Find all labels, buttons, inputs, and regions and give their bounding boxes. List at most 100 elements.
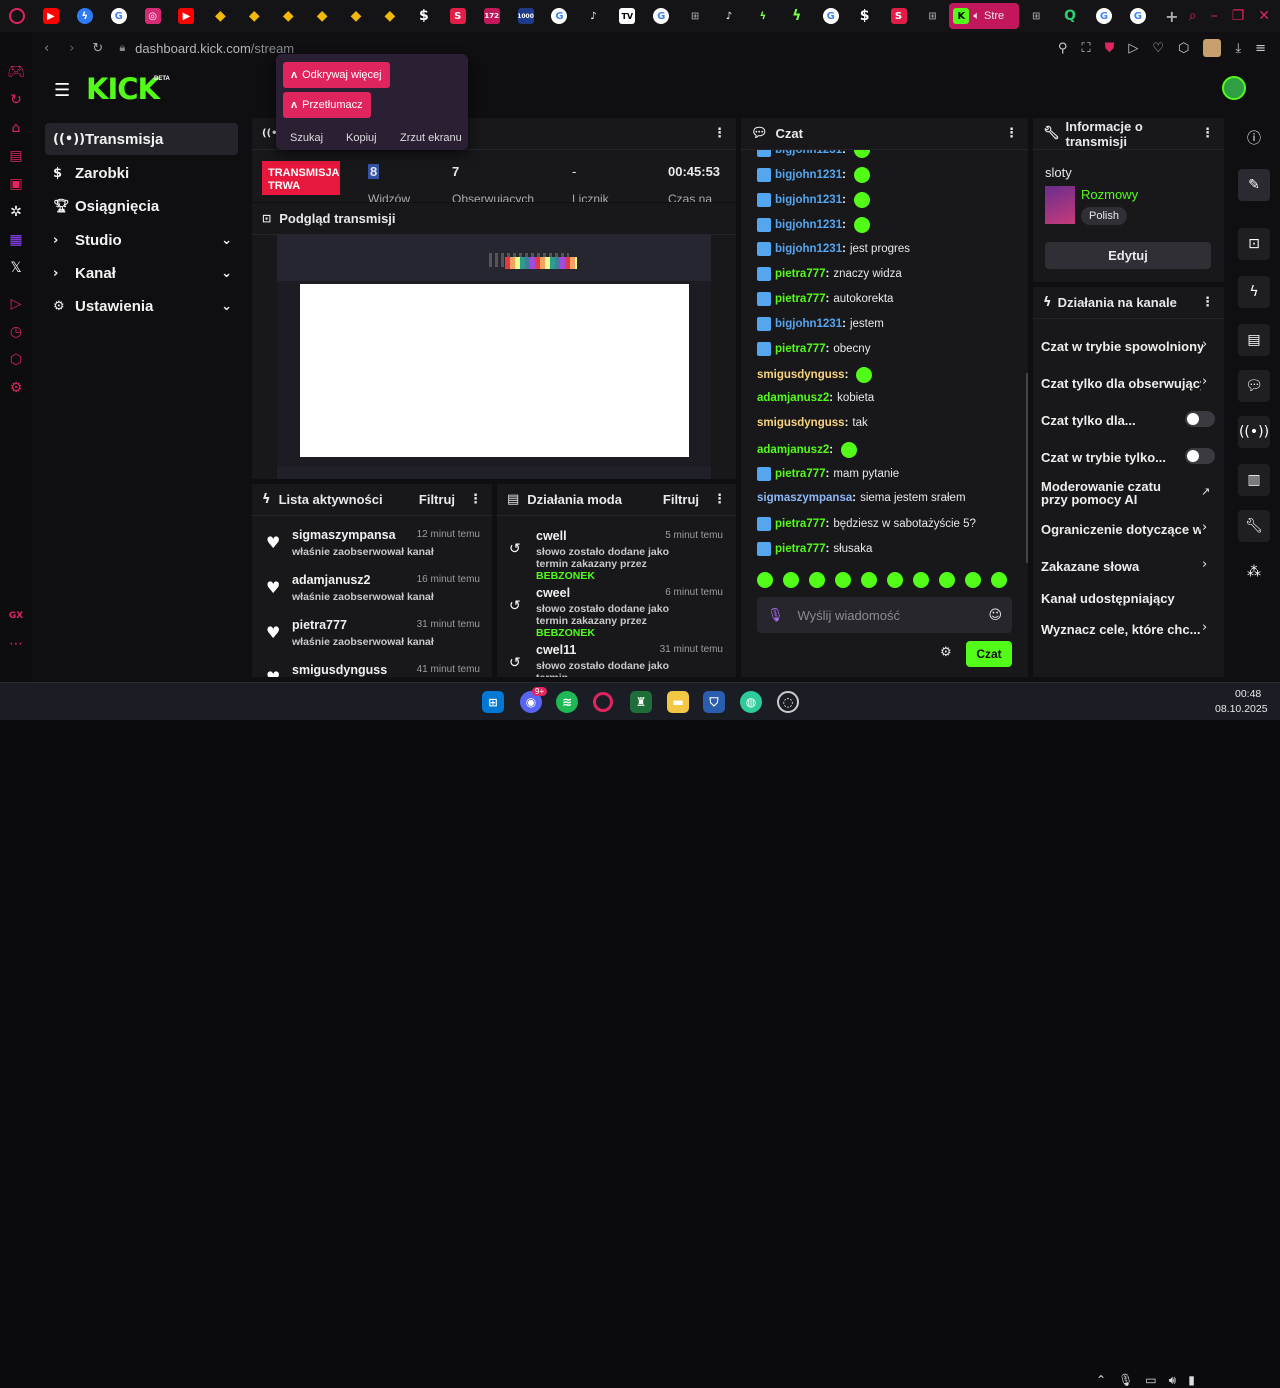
slow-mode-row[interactable]: Czat w trybie spowolniony: [1041, 339, 1203, 354]
chat-settings-icon[interactable]: ⚙: [940, 645, 952, 660]
app-172-icon[interactable]: 172: [475, 0, 509, 32]
play-icon[interactable]: ▷: [0, 290, 32, 318]
chat-message[interactable]: bigjohn1231:: [757, 150, 870, 158]
nav-zarobki[interactable]: $ Zarobki: [45, 157, 238, 189]
host-channel-row[interactable]: Kanał udostępniający: [1041, 591, 1175, 606]
chat-username[interactable]: bigjohn1231: [775, 150, 842, 156]
chat-send-button[interactable]: Czat: [966, 641, 1012, 667]
gx-icon[interactable]: GX: [0, 602, 32, 630]
cube-icon[interactable]: ⬡: [1178, 41, 1189, 56]
chat-username[interactable]: pietra777: [775, 518, 826, 530]
settings-icon[interactable]: ⚙: [0, 374, 32, 402]
chat-message[interactable]: smigusdynguss:: [757, 367, 873, 383]
discover-more-button[interactable]: ʌ Odkrywaj więcej: [283, 62, 390, 88]
binance-icon[interactable]: ◆: [237, 0, 271, 32]
more-options-icon[interactable]: ⋮: [1201, 295, 1214, 310]
refresh-icon[interactable]: ↻: [0, 86, 32, 114]
chat-message[interactable]: bigjohn1231: jest progres: [757, 242, 910, 256]
activity-username[interactable]: smigusdynguss: [292, 663, 387, 677]
browser-icon[interactable]: ◍: [740, 691, 762, 713]
player-icon[interactable]: ▷: [1128, 41, 1138, 56]
subscribers-only-toggle[interactable]: [1185, 411, 1215, 427]
emote-picker-icon[interactable]: [783, 572, 799, 588]
binance-icon[interactable]: ◆: [203, 0, 237, 32]
network-icon[interactable]: ▭: [1145, 1373, 1156, 1388]
activity-item[interactable]: ♥ pietra777 31 minut temu właśnie zaobserwo…: [266, 618, 480, 658]
mod-action-item[interactable]: ↺ cwell 5 minut temu słowo zostało dodane j…: [509, 529, 723, 582]
more-icon[interactable]: ⋯: [0, 630, 32, 658]
chat-message[interactable]: bigjohn1231:: [757, 192, 870, 208]
bolt-icon[interactable]: ϟ: [1238, 276, 1270, 308]
chat-username[interactable]: bigjohn1231: [775, 243, 842, 255]
notes-icon[interactable]: ▤: [1238, 324, 1270, 356]
minimize-icon[interactable]: –: [1211, 8, 1218, 24]
emote-picker-icon[interactable]: [913, 572, 929, 588]
google-icon[interactable]: G: [814, 0, 848, 32]
microphone-icon[interactable]: 🎙︎: [1118, 1373, 1133, 1388]
microphone-icon[interactable]: 🎙︎: [767, 608, 784, 623]
chat-message[interactable]: adamjanusz2: kobieta: [757, 392, 874, 404]
bolt-icon[interactable]: ϟ: [746, 0, 780, 32]
chat-username[interactable]: pietra777: [775, 468, 826, 480]
chat-username[interactable]: smigusdynguss: [757, 369, 845, 381]
start-icon[interactable]: ⊞: [482, 691, 504, 713]
activity-item[interactable]: ♥ adamjanusz2 16 minut temu właśnie zaobser…: [266, 573, 480, 613]
activity-username[interactable]: sigmaszympansa: [292, 528, 396, 542]
snapshot-icon[interactable]: ⛶: [1081, 41, 1090, 56]
nodes-icon[interactable]: ⁂: [1238, 556, 1270, 588]
layout-icon[interactable]: ▥: [1238, 464, 1270, 496]
stake-icon[interactable]: $: [407, 0, 441, 32]
binance-icon[interactable]: ◆: [271, 0, 305, 32]
followers-only-row[interactable]: Czat tylko dla obserwujący: [1041, 376, 1201, 391]
history-icon[interactable]: ◷: [0, 318, 32, 346]
youtube-icon[interactable]: ▶: [34, 0, 68, 32]
chatgpt-icon[interactable]: ✲: [0, 198, 32, 226]
ai-moderation-row[interactable]: Moderowanie czatu przy pomocy AI: [1041, 480, 1191, 506]
shopify-icon[interactable]: S: [882, 0, 916, 32]
emote-picker-icon[interactable]: [887, 572, 903, 588]
close-window-icon[interactable]: ✕: [1258, 8, 1270, 24]
more-options-icon[interactable]: ⋮: [713, 126, 726, 141]
new-tab-icon[interactable]: +: [1155, 0, 1189, 32]
nav-kanal[interactable]: › Kanał ⌄: [45, 257, 238, 289]
shield-app-icon[interactable]: ⛉: [703, 691, 725, 713]
mute-icon[interactable]: 🔈︎: [973, 9, 980, 23]
kick-logo[interactable]: KICK: [86, 72, 160, 106]
more-options-icon[interactable]: ⋮: [1005, 126, 1018, 141]
chat-username[interactable]: adamjanusz2: [757, 444, 829, 456]
moderator-name[interactable]: BEBZONEK: [536, 627, 595, 639]
app-1000-icon[interactable]: 1000: [509, 0, 543, 32]
chat-message[interactable]: adamjanusz2:: [757, 442, 858, 458]
bag-icon[interactable]: ⌂: [0, 114, 32, 142]
youtube-icon[interactable]: ▶: [170, 0, 204, 32]
chat-username[interactable]: sigmaszympansa: [757, 492, 852, 504]
activity-filter-button[interactable]: Filtruj: [419, 492, 455, 507]
opera-menu-icon[interactable]: [0, 0, 34, 32]
chat-username[interactable]: smigusdynguss: [757, 417, 845, 429]
more-options-icon[interactable]: ⋮: [469, 492, 482, 507]
activity-item[interactable]: ♥ sigmaszympansa 12 minut temu właśnie zaob…: [266, 528, 480, 568]
tiktok-icon[interactable]: ♪: [576, 0, 610, 32]
battery-icon[interactable]: ▮: [1188, 1373, 1195, 1388]
pin-icon[interactable]: ⚲: [1058, 41, 1068, 56]
chat-message[interactable]: smigusdynguss: tak: [757, 417, 868, 429]
back-icon[interactable]: ‹: [44, 41, 49, 56]
reload-icon[interactable]: ↻: [92, 41, 103, 56]
chat-username[interactable]: adamjanusz2: [757, 392, 829, 404]
more-options-icon[interactable]: ⋮: [713, 492, 726, 507]
chat-message[interactable]: pietra777: znaczy widza: [757, 267, 902, 281]
camera-icon[interactable]: ⊡: [1238, 228, 1270, 260]
chrome-icon[interactable]: ◌: [777, 691, 799, 713]
emote-picker-icon[interactable]: [757, 572, 773, 588]
edit-icon[interactable]: ✎: [1238, 169, 1270, 201]
chat-message[interactable]: pietra777: mam pytanie: [757, 467, 899, 481]
mod-filter-button[interactable]: Filtruj: [663, 492, 699, 507]
google-icon[interactable]: G: [644, 0, 678, 32]
translate-button[interactable]: ʌ Przetłumacz: [283, 92, 371, 118]
emote-only-toggle[interactable]: [1185, 448, 1215, 464]
emote-picker-icon[interactable]: [939, 572, 955, 588]
info-icon[interactable]: ⓘ: [1238, 122, 1270, 154]
news-icon[interactable]: ▤: [0, 142, 32, 170]
banned-words-row[interactable]: Zakazane słowa: [1041, 559, 1139, 574]
messenger-icon[interactable]: ϟ: [68, 0, 102, 32]
